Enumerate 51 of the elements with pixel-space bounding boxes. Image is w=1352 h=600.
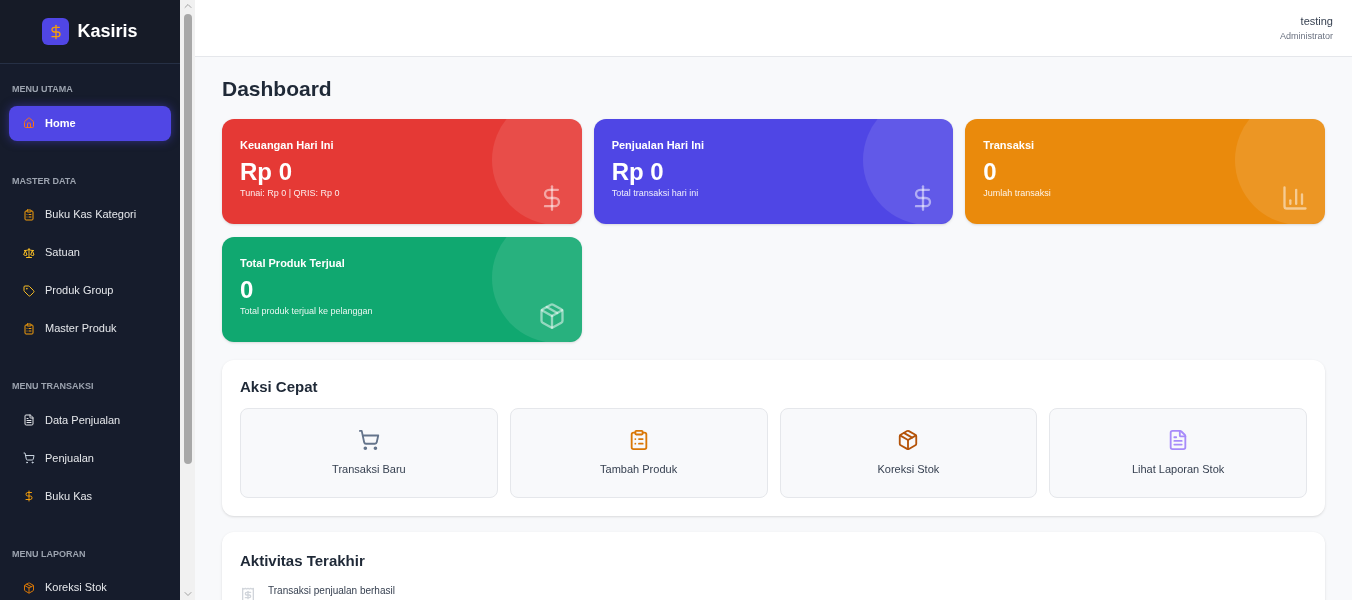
clipboard-icon xyxy=(23,322,35,335)
sidebar-item[interactable]: Satuan xyxy=(9,235,171,270)
stat-value: 0 xyxy=(983,157,998,187)
quick-action-button[interactable]: Koreksi Stok xyxy=(779,408,1038,498)
receipt-icon xyxy=(240,586,256,600)
sidebar-item[interactable]: Penjualan xyxy=(9,440,171,476)
bar-chart-icon xyxy=(1281,183,1309,212)
brand-name: Kasiris xyxy=(77,20,138,43)
box-icon xyxy=(537,301,566,330)
user-name: testing xyxy=(1300,14,1333,29)
stat-caption: Total produk terjual ke pelanggan xyxy=(240,305,374,318)
quick-action-button[interactable]: Transaksi Baru xyxy=(240,408,498,498)
stat-caption: Jumlah transaksi xyxy=(983,187,1052,200)
section-title: MENU UTAMA xyxy=(11,83,74,96)
cart-icon xyxy=(357,428,380,451)
stat-title: Keuangan Hari Ini xyxy=(240,137,335,153)
stat-title: Total Produk Terjual xyxy=(240,255,346,271)
user-role: Administrator xyxy=(1280,29,1333,43)
home-icon xyxy=(23,117,35,129)
stat-caption: Total transaksi hari ini xyxy=(611,187,700,200)
stat-value: Rp 0 xyxy=(240,157,293,187)
sidebar-item[interactable]: Koreksi Stok xyxy=(9,570,171,600)
page-title: Dashboard xyxy=(222,76,333,102)
stat-title: Penjualan Hari Ini xyxy=(611,137,705,153)
clipboard-icon xyxy=(23,208,35,221)
section-heading: Aktivitas Terakhir xyxy=(240,551,366,571)
quick-action-button[interactable]: Lihat Laporan Stok xyxy=(1049,408,1307,498)
box-icon xyxy=(23,581,35,594)
scrollbar-thumb[interactable] xyxy=(183,14,192,464)
stat-title: Transaksi xyxy=(983,137,1036,153)
stat-caption: Tunai: Rp 0 | QRIS: Rp 0 xyxy=(240,187,341,200)
section-heading: Aksi Cepat xyxy=(240,376,319,397)
sidebar-item[interactable]: Buku Kas Kategori xyxy=(9,197,171,232)
box-icon xyxy=(897,428,920,451)
section-title: MENU TRANSAKSI xyxy=(11,380,95,393)
sidebar-item[interactable]: Buku Kas xyxy=(9,478,171,514)
tag-icon xyxy=(23,284,35,297)
sidebar-item[interactable]: Master Produk xyxy=(9,311,171,346)
scale-icon xyxy=(23,246,35,259)
stat-value: 0 xyxy=(240,275,255,305)
stat-value: Rp 0 xyxy=(611,157,665,187)
sidebar-item[interactable]: Data Penjualan xyxy=(9,402,171,438)
sidebar-item[interactable]: Home xyxy=(9,105,171,141)
quick-action-button[interactable]: Tambah Produk xyxy=(509,408,768,498)
logo-icon xyxy=(42,18,70,45)
cart-icon xyxy=(23,452,35,464)
activity-text: Transaksi penjualan berhasil xyxy=(268,584,395,597)
section-title: MASTER DATA xyxy=(11,174,78,188)
sidebar-item[interactable]: Produk Group xyxy=(9,273,171,308)
document-icon xyxy=(23,414,35,426)
section-title: MENU LAPORAN xyxy=(11,547,87,561)
